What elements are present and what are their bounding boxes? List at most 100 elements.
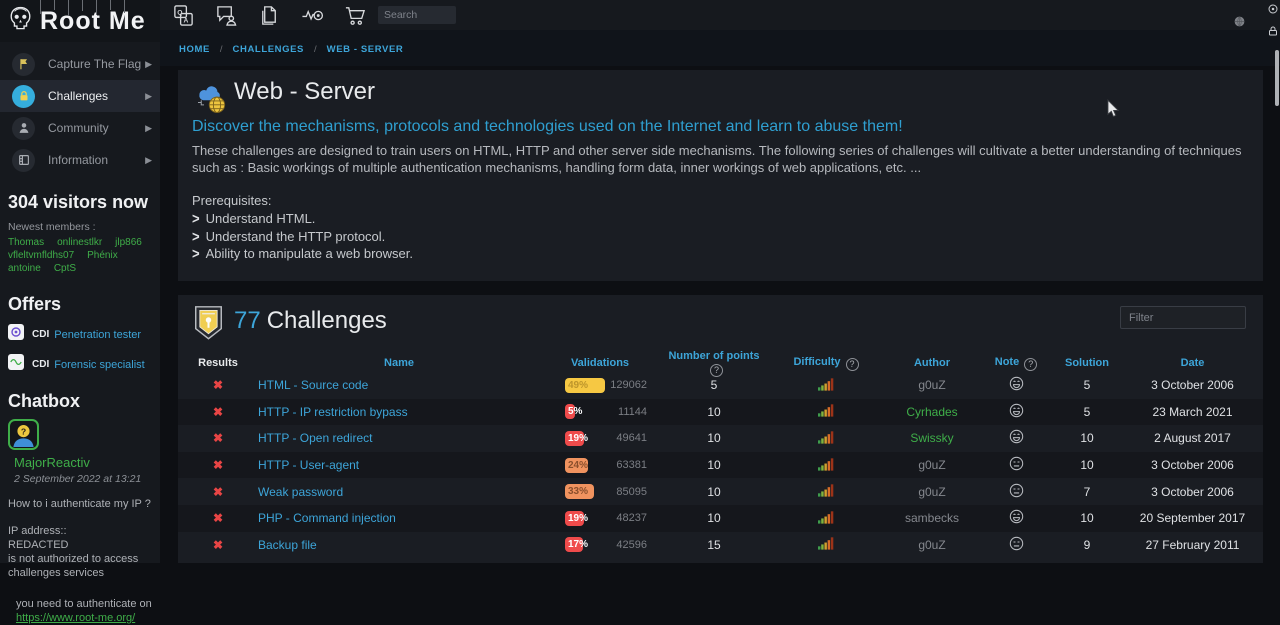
author-cell: Swissky	[884, 431, 980, 445]
difficulty-bars-icon	[768, 430, 884, 447]
solution-count-cell[interactable]: 5	[1052, 378, 1122, 392]
solution-count-cell[interactable]: 10	[1052, 511, 1122, 525]
activity-target-icon[interactable]	[299, 2, 325, 28]
date-cell: 3 October 2006	[1122, 485, 1263, 499]
sidebar-item-challenges[interactable]: Challenges▶	[0, 80, 160, 112]
breadcrumb-link[interactable]: CHALLENGES	[233, 44, 304, 55]
column-header-author[interactable]: Author	[884, 357, 980, 369]
sidebar-item-information[interactable]: Information▶	[0, 144, 160, 176]
solution-count-cell[interactable]: 5	[1052, 405, 1122, 419]
forum-icon[interactable]	[213, 2, 239, 28]
column-header-difficulty[interactable]: Difficulty?	[768, 356, 884, 371]
cloud-globe-icon	[192, 78, 229, 115]
community-person-icon	[12, 117, 35, 140]
svg-text:Q: Q	[177, 9, 182, 16]
challenge-link[interactable]: HTTP - Open redirect	[258, 431, 372, 445]
docs-icon[interactable]	[256, 2, 282, 28]
points-cell: 10	[660, 431, 768, 445]
solution-count-cell[interactable]: 10	[1052, 458, 1122, 472]
challenge-link[interactable]: HTTP - IP restriction bypass	[258, 405, 408, 419]
challenge-link[interactable]: Weak password	[258, 485, 343, 499]
column-header-name[interactable]: Name	[258, 357, 540, 369]
validation-count: 49641	[616, 432, 647, 444]
member-link[interactable]: vfleltvmfldhs07	[8, 250, 74, 261]
grin-face-icon	[980, 509, 1052, 527]
date-cell: 3 October 2006	[1122, 378, 1263, 392]
help-icon[interactable]: ?	[1024, 358, 1037, 371]
help-icon[interactable]: ?	[846, 358, 859, 371]
prerequisite-item: >Understand the HTTP protocol.	[192, 228, 413, 246]
validations-cell: 5%11144	[540, 404, 660, 419]
logo[interactable]: Root Me	[0, 0, 160, 42]
main-content: Web - Server Discover the mechanisms, pr…	[160, 66, 1280, 563]
challenges-card: 77Challenges ResultsNameValidationsNumbe…	[178, 295, 1263, 563]
target-icon[interactable]	[1267, 2, 1279, 20]
validation-percentage-badge: 5%	[565, 404, 575, 419]
filter-input[interactable]	[1120, 306, 1246, 329]
chevron-right-icon: ▶	[145, 59, 152, 70]
challenge-link[interactable]: Backup file	[258, 538, 317, 552]
author-link[interactable]: Swissky	[910, 431, 953, 445]
breadcrumb-link[interactable]: WEB - SERVER	[327, 44, 404, 55]
points-cell: 15	[660, 538, 768, 552]
validations-cell: 49%129062	[540, 378, 660, 393]
challenge-link[interactable]: HTML - Source code	[258, 378, 368, 392]
member-link[interactable]: Phénix	[87, 250, 118, 261]
offer-contract-type: CDI	[32, 329, 49, 340]
lock-icon[interactable]	[1267, 24, 1279, 42]
validation-percentage-badge: 49%	[565, 378, 605, 393]
member-link[interactable]: CptS	[54, 263, 76, 274]
page-subtitle: Discover the mechanisms, protocols and t…	[192, 118, 903, 136]
difficulty-bars-icon	[768, 536, 884, 553]
offer-item[interactable]: CDI Penetration tester	[8, 324, 152, 345]
column-header-results[interactable]: Results	[178, 357, 258, 369]
member-link[interactable]: onlinestlkr	[57, 237, 102, 248]
difficulty-bars-icon	[768, 403, 884, 420]
solution-count-cell[interactable]: 9	[1052, 538, 1122, 552]
challenges-count-label: Challenges	[267, 307, 387, 334]
sidebar-menu: Capture The Flag▶Challenges▶Community▶In…	[0, 42, 160, 176]
sidebar: Root Me Capture The Flag▶Challenges▶Comm…	[0, 0, 160, 563]
challenge-link[interactable]: PHP - Command injection	[258, 511, 396, 525]
table-row: ✖HTTP - Open redirect19%4964110Swissky10…	[178, 425, 1263, 452]
offer-link[interactable]: Forensic specialist	[54, 359, 144, 371]
breadcrumb-link[interactable]: HOME	[179, 44, 210, 55]
member-link[interactable]: Thomas	[8, 237, 44, 248]
member-link[interactable]: antoine	[8, 263, 41, 274]
column-header-solution[interactable]: Solution	[1052, 357, 1122, 369]
offers-list: CDI Penetration tester CDIForensic special…	[0, 315, 160, 375]
svg-text:A: A	[183, 17, 188, 24]
sidebar-item-community[interactable]: Community▶	[0, 112, 160, 144]
bullet-chevron-icon: >	[192, 209, 200, 228]
validation-count: 48237	[616, 512, 647, 524]
member-link[interactable]: jlp866	[115, 237, 142, 248]
materials-icon[interactable]: QA	[170, 2, 196, 28]
sidebar-item-capture-the-flag[interactable]: Capture The Flag▶	[0, 48, 160, 80]
column-header-validations[interactable]: Validations	[540, 357, 660, 369]
edge-icons	[1267, 2, 1279, 42]
column-header-note[interactable]: Note?	[980, 356, 1052, 371]
offer-item[interactable]: CDIForensic specialist	[8, 354, 152, 375]
chat-username-link[interactable]: MajorReactiv	[0, 453, 160, 470]
chat-messages: How to i authenticate my IP ?IP address:…	[0, 497, 160, 625]
prerequisites-label: Prerequisites:	[192, 193, 271, 208]
svg-text:?: ?	[21, 427, 26, 437]
points-cell: 10	[660, 485, 768, 499]
not-validated-icon: ✖	[178, 511, 258, 525]
sidebar-item-label: Information	[48, 153, 145, 167]
column-header-date[interactable]: Date	[1122, 357, 1263, 369]
visitors-count: 304 visitors now	[0, 192, 160, 213]
author-link[interactable]: Cyrhades	[906, 405, 957, 419]
solution-count-cell[interactable]: 10	[1052, 431, 1122, 445]
offer-link[interactable]: Penetration tester	[54, 329, 141, 341]
challenge-link[interactable]: HTTP - User-agent	[258, 458, 359, 472]
avatar[interactable]: ?	[8, 419, 39, 450]
search-input[interactable]	[378, 6, 456, 24]
solution-count-cell[interactable]: 7	[1052, 485, 1122, 499]
chat-auth-link[interactable]: https://www.root-me.org/	[16, 612, 135, 624]
scrollbar-thumb[interactable]	[1275, 50, 1279, 106]
neutral-face-icon	[980, 536, 1052, 554]
validation-count: 85095	[616, 486, 647, 498]
not-validated-icon: ✖	[178, 538, 258, 552]
shop-cart-icon[interactable]	[342, 2, 368, 28]
